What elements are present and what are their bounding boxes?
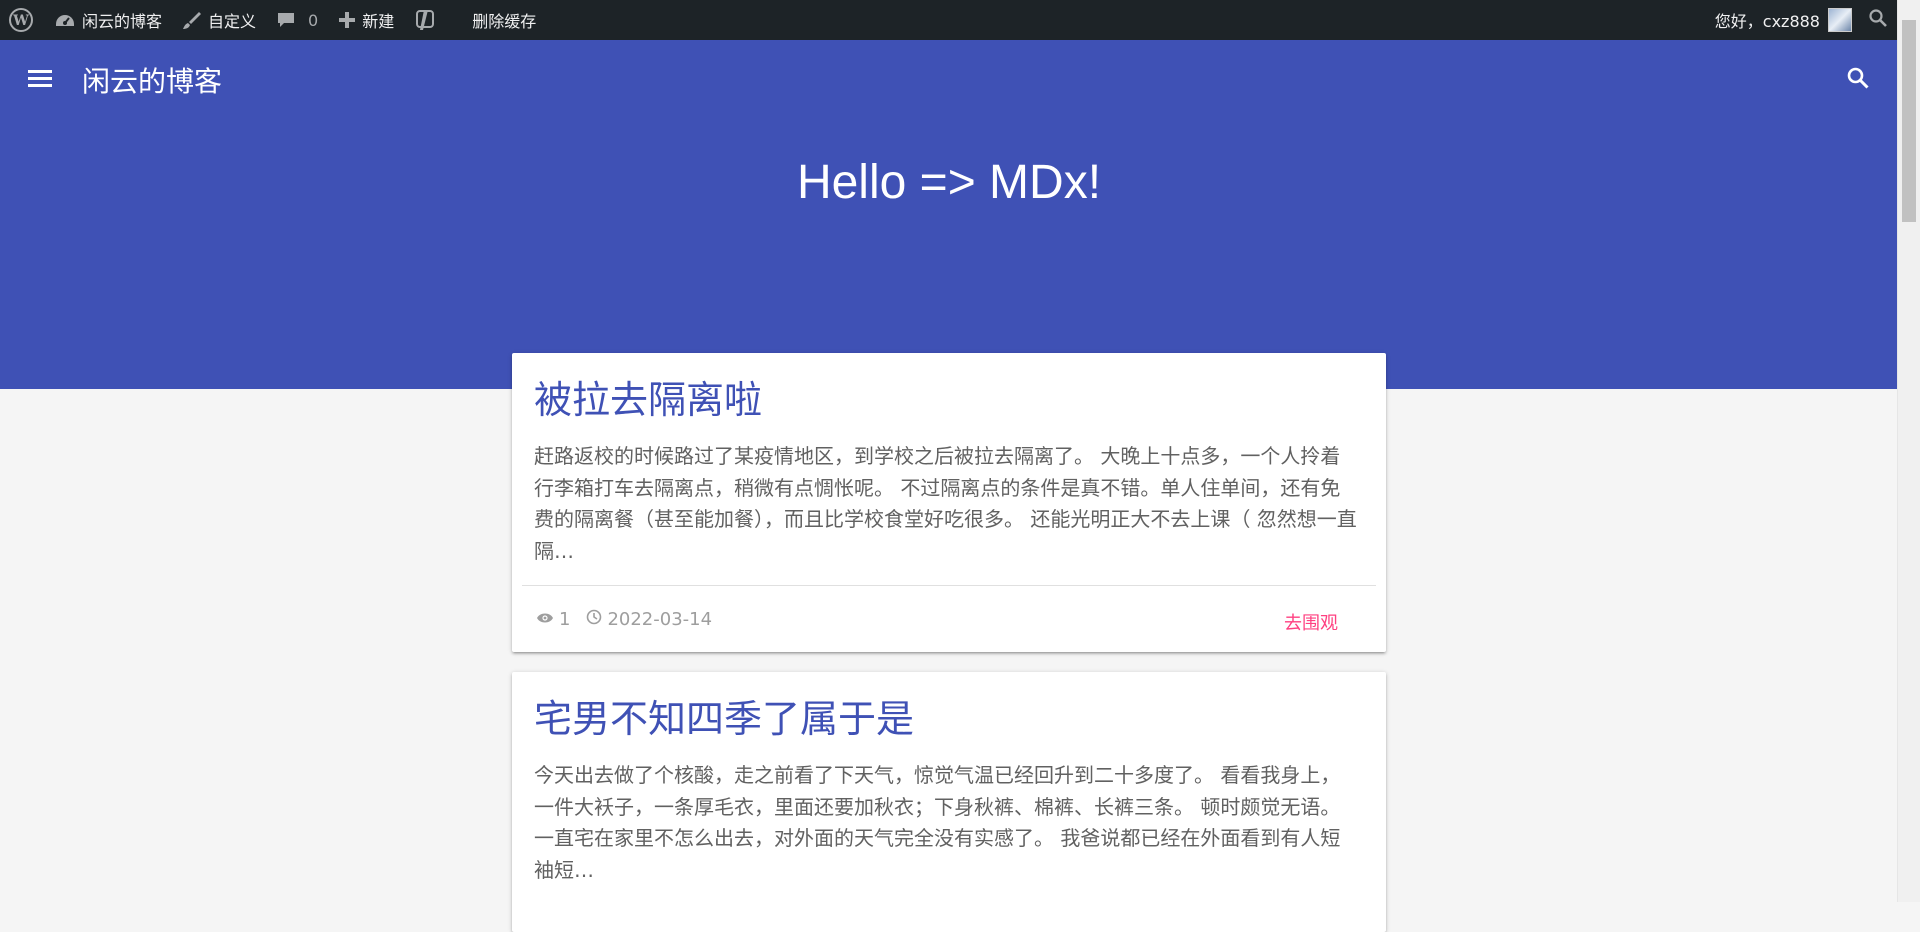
comment-icon: [276, 10, 296, 30]
dashboard-icon: [54, 10, 76, 30]
post-title[interactable]: 宅男不知四季了属于是: [534, 688, 914, 743]
adminbar-site-name: 闲云的博客: [82, 12, 163, 31]
read-more-link[interactable]: 去围观: [1284, 609, 1338, 635]
date-meta: 2022-03-14: [586, 609, 712, 630]
search-icon: [1868, 8, 1888, 32]
adminbar-comments[interactable]: 0: [266, 0, 328, 40]
card-divider: [522, 585, 1376, 586]
clock-icon: [586, 609, 607, 630]
adminbar-customize[interactable]: 自定义: [172, 0, 266, 40]
views-count: 1: [559, 609, 571, 630]
search-icon: [1846, 66, 1870, 94]
adminbar-customize-label: 自定义: [208, 12, 257, 31]
adminbar-clear-cache[interactable]: 删除缓存: [462, 0, 546, 40]
clear-cache-label: 删除缓存: [472, 12, 537, 31]
adminbar-account[interactable]: 您好，cxz888: [1705, 0, 1858, 40]
adminbar-site-link[interactable]: 闲云的博客: [44, 0, 172, 40]
menu-button[interactable]: [20, 60, 60, 100]
page-scrollbar[interactable]: [1897, 0, 1920, 902]
adminbar-right: 您好，cxz888: [1705, 0, 1898, 40]
eye-icon: [536, 609, 559, 630]
admin-bar: W 闲云的博客 自定义 0 新建 删除缓存 您好，cxz888: [0, 0, 1898, 40]
scrollbar-thumb[interactable]: [1902, 20, 1916, 222]
header-search-button[interactable]: [1838, 60, 1878, 100]
avatar: [1828, 8, 1852, 32]
comments-count: 0: [308, 10, 319, 30]
greeting-text: 您好，cxz888: [1714, 12, 1820, 31]
post-date: 2022-03-14: [607, 609, 713, 630]
post-card: 被拉去隔离啦 赶路返校的时候路过了某疫情地区，到学校之后被拉去隔离了。 大晚上十…: [512, 353, 1386, 652]
site-title[interactable]: 闲云的博客: [82, 60, 222, 100]
hero-heading: Hello => MDx!: [796, 156, 1102, 209]
post-title[interactable]: 被拉去隔离啦: [534, 369, 762, 424]
plus-icon: [338, 11, 356, 29]
post-excerpt: 今天出去做了个核酸，走之前看了下天气，惊觉气温已经回升到二十多度了。 看看我身上…: [534, 763, 1341, 882]
post-excerpt: 赶路返校的时候路过了某疫情地区，到学校之后被拉去隔离了。 大晚上十点多，一个人拎…: [534, 444, 1357, 563]
yoast-seo-icon[interactable]: [404, 0, 448, 40]
post-meta: 1 2022-03-14: [536, 609, 728, 630]
site-header: 闲云的博客 Hello => MDx!: [0, 40, 1898, 389]
adminbar-search[interactable]: [1858, 0, 1898, 40]
wordpress-logo-icon[interactable]: W: [0, 0, 44, 40]
header-toolbar: 闲云的博客: [0, 40, 1898, 120]
post-card: 宅男不知四季了属于是 今天出去做了个核酸，走之前看了下天气，惊觉气温已经回升到二…: [512, 672, 1386, 932]
adminbar-new-label: 新建: [362, 12, 395, 31]
views-meta: 1: [536, 609, 570, 630]
adminbar-new[interactable]: 新建: [328, 0, 404, 40]
svg-text:W: W: [12, 13, 29, 29]
brush-icon: [182, 10, 202, 30]
hamburger-menu-icon: [27, 68, 53, 92]
